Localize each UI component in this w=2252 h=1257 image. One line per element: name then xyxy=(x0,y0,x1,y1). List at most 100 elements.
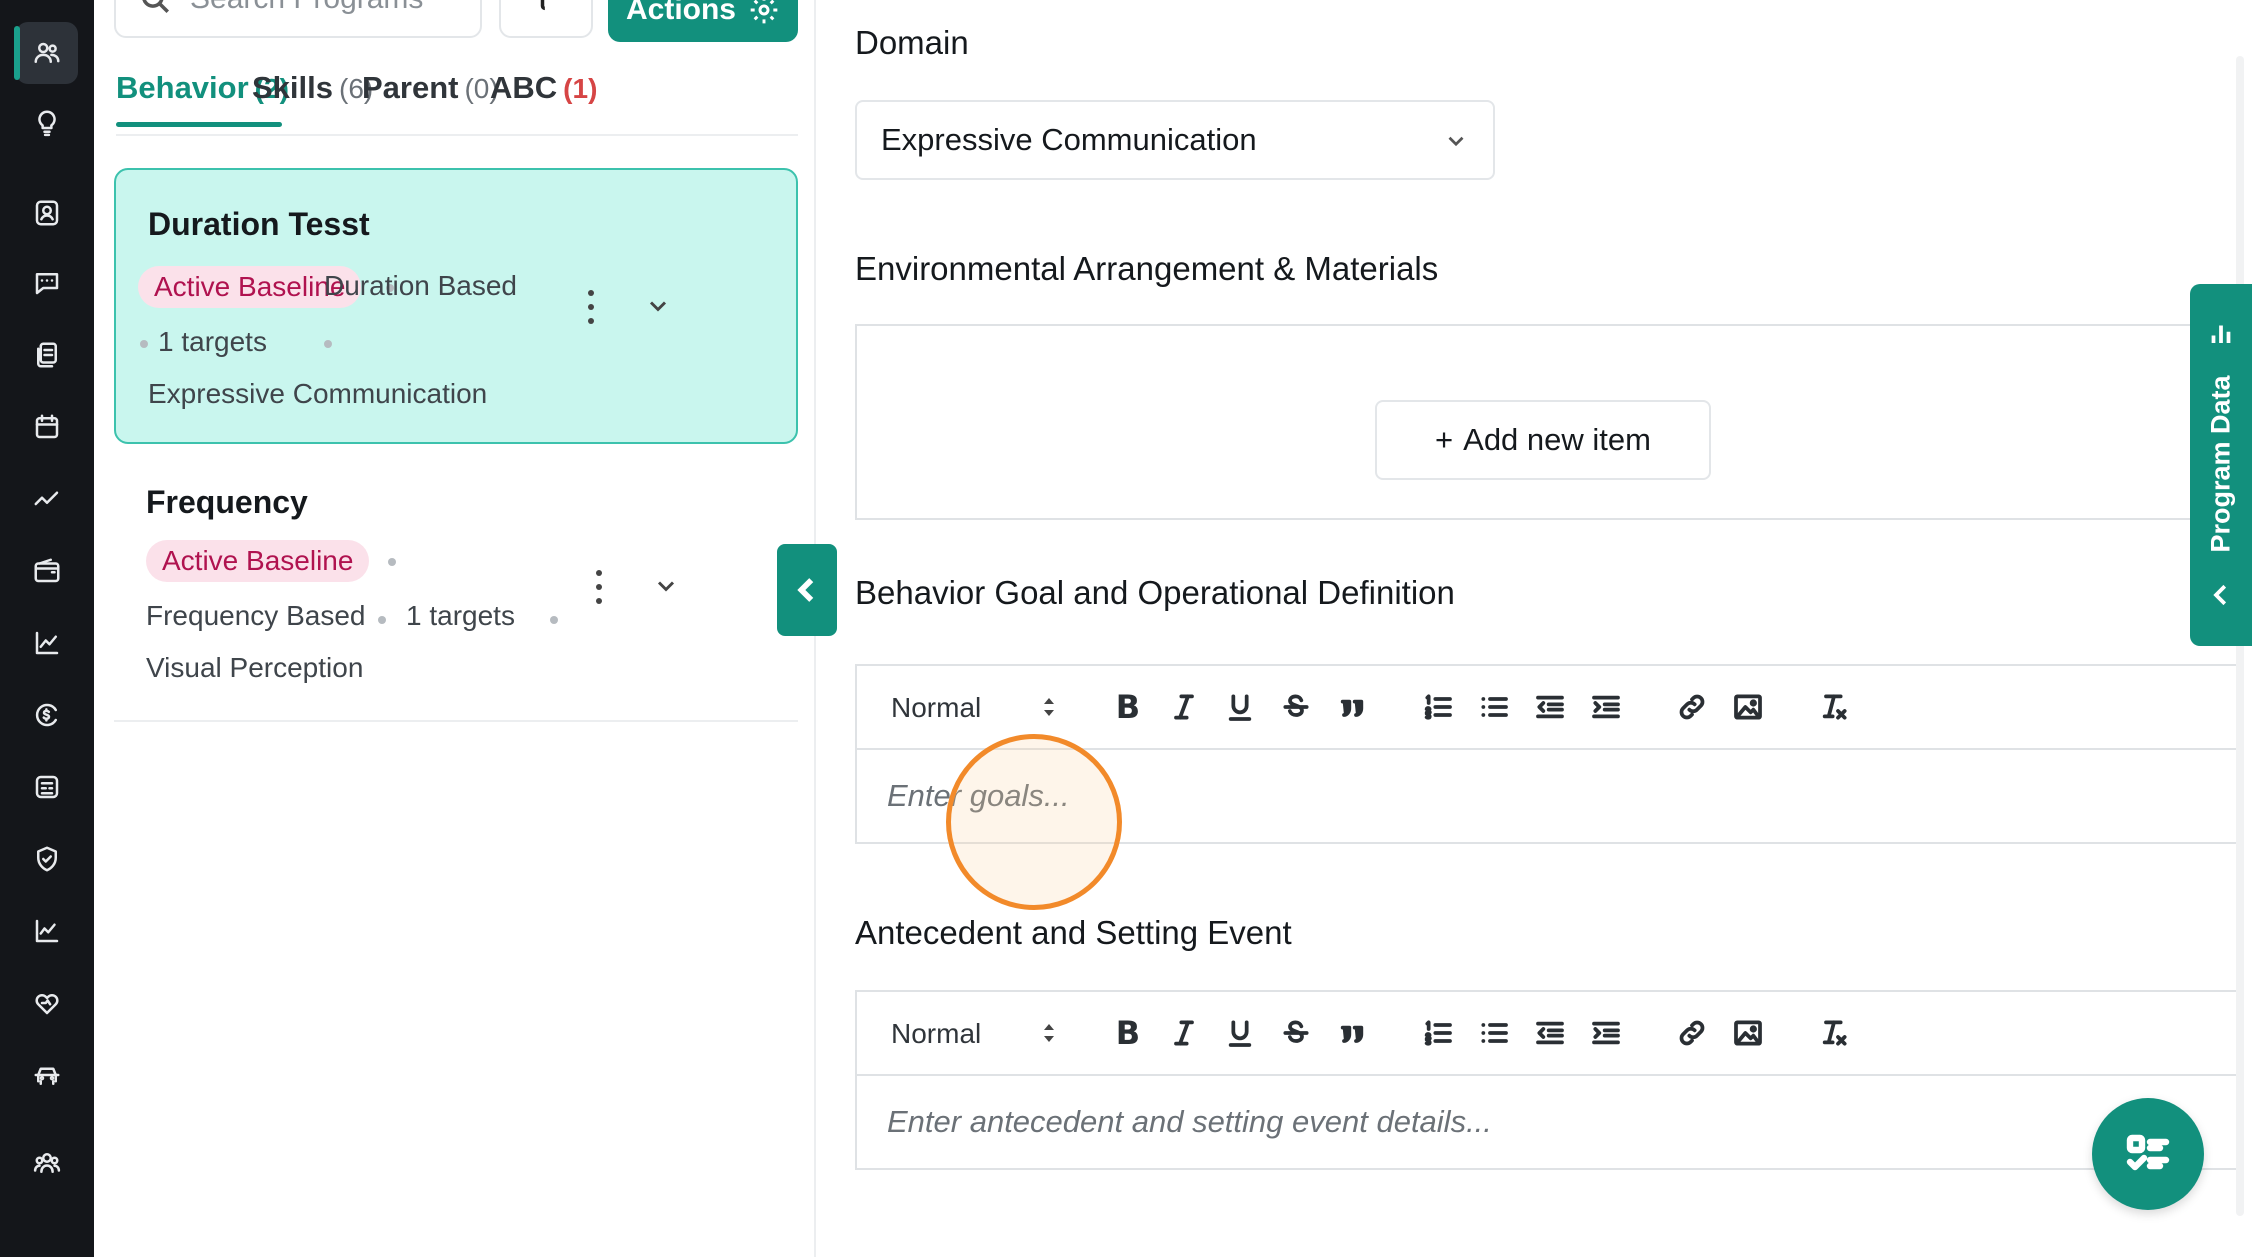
italic-icon[interactable] xyxy=(1167,1016,1201,1050)
program-form: Domain Expressive Communication Environm… xyxy=(818,0,2252,1257)
filter-button[interactable] xyxy=(499,0,593,38)
program-type: Duration Based xyxy=(324,270,518,301)
separator-dot xyxy=(388,558,396,566)
program-card[interactable]: Frequency Active Baseline Frequency Base… xyxy=(114,470,798,722)
env-arrangement-label: Environmental Arrangement & Materials xyxy=(855,250,1439,287)
tab-parent[interactable]: Parent (0) xyxy=(362,70,499,106)
chevron-down-icon[interactable] xyxy=(652,572,680,600)
tab-parent-label: Parent xyxy=(362,70,459,105)
indent-icon[interactable] xyxy=(1589,1016,1623,1050)
chevron-left-icon xyxy=(2213,584,2227,606)
domain-label: Domain xyxy=(855,24,969,61)
nav-line-chart-icon[interactable] xyxy=(16,900,78,962)
icon-rail xyxy=(0,0,94,1257)
actions-label: Actions xyxy=(625,0,736,26)
nav-chat-icon[interactable] xyxy=(16,252,78,314)
outdent-icon[interactable] xyxy=(1533,690,1567,724)
actions-button[interactable]: Actions xyxy=(608,0,798,42)
tab-abc[interactable]: ABC (1) xyxy=(490,70,597,106)
chevron-down-icon[interactable] xyxy=(644,292,672,320)
search-programs-input[interactable]: Search Programs xyxy=(190,0,423,16)
nav-heart-hand-icon[interactable] xyxy=(16,972,78,1034)
nav-billing-icon[interactable] xyxy=(16,684,78,746)
separator-dot xyxy=(378,616,386,624)
strikethrough-icon[interactable] xyxy=(1279,1016,1313,1050)
more-options-icon[interactable] xyxy=(594,570,604,604)
bold-icon[interactable]: B xyxy=(1111,1014,1145,1052)
blockquote-icon[interactable] xyxy=(1335,1016,1369,1050)
nav-wallet-icon[interactable] xyxy=(16,540,78,602)
click-indicator xyxy=(946,734,1122,910)
bold-icon[interactable]: B xyxy=(1111,688,1145,726)
nav-car-icon[interactable] xyxy=(16,1044,78,1106)
antecedent-input[interactable]: Enter antecedent and setting event detai… xyxy=(857,1076,2237,1168)
strikethrough-icon[interactable] xyxy=(1279,690,1313,724)
nav-shield-check-icon[interactable] xyxy=(16,828,78,890)
add-new-item-label: Add new item xyxy=(1463,422,1651,457)
program-targets: 1 targets xyxy=(406,600,515,631)
bullet-list-icon[interactable] xyxy=(1477,690,1511,724)
nav-lightbulb-icon[interactable] xyxy=(16,92,78,154)
separator-dot xyxy=(550,616,558,624)
link-icon[interactable] xyxy=(1675,690,1709,724)
nav-chart-icon[interactable] xyxy=(16,612,78,674)
format-select-arrows-icon xyxy=(1044,698,1054,716)
nav-contact-icon[interactable] xyxy=(16,182,78,244)
nav-users-icon[interactable] xyxy=(14,22,78,84)
add-new-item-button[interactable]: + Add new item xyxy=(1375,400,1711,480)
checklist-fab-button[interactable] xyxy=(2092,1098,2204,1210)
gear-icon xyxy=(750,0,778,24)
clear-format-icon[interactable] xyxy=(1817,690,1851,724)
domain-select[interactable]: Expressive Communication xyxy=(855,100,1495,180)
italic-icon[interactable] xyxy=(1167,690,1201,724)
active-tab-indicator xyxy=(116,122,282,127)
nav-id-card-icon[interactable] xyxy=(16,756,78,818)
image-icon[interactable] xyxy=(1731,1016,1765,1050)
format-select[interactable]: Normal xyxy=(891,1018,981,1050)
program-type: Frequency Based xyxy=(146,600,366,631)
nav-calendar-icon[interactable] xyxy=(16,396,78,458)
ordered-list-icon[interactable] xyxy=(1421,1016,1455,1050)
behavior-goal-label: Behavior Goal and Operational Definition xyxy=(855,574,1455,611)
image-icon[interactable] xyxy=(1731,690,1765,724)
separator-dot xyxy=(140,340,148,348)
filter-icon xyxy=(540,0,546,11)
program-targets: 1 targets xyxy=(158,326,267,357)
format-select-arrows-icon xyxy=(1044,1024,1054,1042)
tab-skills-label: Skills xyxy=(252,70,333,105)
ordered-list-icon[interactable] xyxy=(1421,690,1455,724)
plus-icon: + xyxy=(1435,422,1454,457)
search-icon xyxy=(142,0,170,14)
bullet-list-icon[interactable] xyxy=(1477,1016,1511,1050)
chevron-down-icon xyxy=(1448,136,1464,147)
program-tabs: Behavior (2) Skills (6) Parent (0) ABC (1) xyxy=(116,60,798,136)
clear-format-icon[interactable] xyxy=(1817,1016,1851,1050)
bar-chart-icon xyxy=(2211,325,2231,343)
antecedent-placeholder: Enter antecedent and setting event detai… xyxy=(887,1104,1492,1139)
format-select[interactable]: Normal xyxy=(891,692,981,724)
antecedent-label: Antecedent and Setting Event xyxy=(855,914,1292,951)
editor-toolbar: Normal B xyxy=(857,992,2237,1076)
search-programs-field[interactable]: Search Programs xyxy=(114,0,482,38)
domain-value: Expressive Communication xyxy=(881,122,1257,157)
tab-behavior-label: Behavior xyxy=(116,70,249,105)
blockquote-icon[interactable] xyxy=(1335,690,1369,724)
outdent-icon[interactable] xyxy=(1533,1016,1567,1050)
underline-icon[interactable] xyxy=(1223,1016,1257,1050)
more-options-icon[interactable] xyxy=(586,290,596,324)
program-domain: Expressive Communication xyxy=(148,378,488,409)
link-icon[interactable] xyxy=(1675,1016,1709,1050)
nav-trend-icon[interactable] xyxy=(16,468,78,530)
nav-documents-icon[interactable] xyxy=(16,324,78,386)
checklist-icon xyxy=(2126,1134,2170,1171)
underline-icon[interactable] xyxy=(1223,690,1257,724)
programs-panel: Search Programs Actions Behavior(2) Skil… xyxy=(94,0,816,1257)
program-title: Frequency xyxy=(146,484,308,520)
tab-skills[interactable]: Skills (6) xyxy=(252,70,373,106)
tab-abc-count: (1) xyxy=(563,73,598,104)
program-data-tab[interactable]: Program Data xyxy=(2190,284,2252,646)
program-card[interactable]: Duration Tesst Active Baseline Duration … xyxy=(114,168,798,444)
nav-team-icon[interactable] xyxy=(16,1132,78,1194)
program-data-label: Program Data xyxy=(2205,375,2236,553)
indent-icon[interactable] xyxy=(1589,690,1623,724)
